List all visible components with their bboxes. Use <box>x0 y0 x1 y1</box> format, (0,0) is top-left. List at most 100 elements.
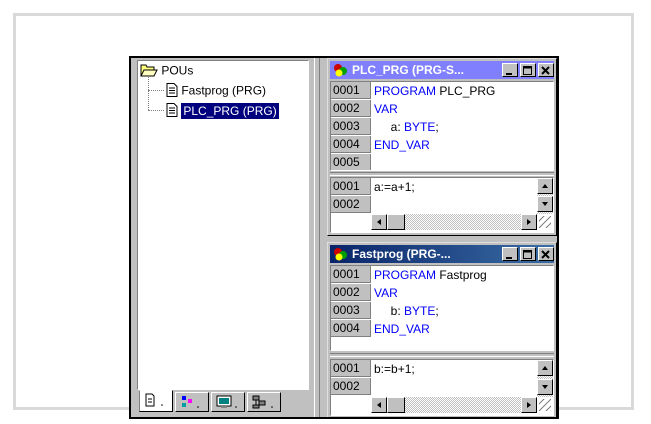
minimize-button[interactable] <box>502 247 518 261</box>
program-icon <box>332 62 350 79</box>
arrow-left-icon <box>377 219 381 225</box>
tab-datatypes[interactable] <box>175 392 209 412</box>
maximize-button[interactable] <box>520 247 536 261</box>
tab-visualizations[interactable] <box>211 392 245 412</box>
line-number: 0002 <box>331 196 371 213</box>
scroll-down-button[interactable] <box>537 196 553 212</box>
datatypes-tab-icon <box>176 396 208 415</box>
minimize-icon <box>506 257 512 259</box>
scroll-thumb[interactable] <box>387 397 405 413</box>
scroll-up-button[interactable] <box>537 360 553 376</box>
code-token: PLC_PRG <box>436 84 496 98</box>
keyword-token: VAR <box>374 286 398 300</box>
body-pane[interactable]: 0001 a:=a+1; 0002 <box>330 177 554 233</box>
code-line[interactable]: 0001 a:=a+1; <box>331 178 553 196</box>
pane-splitter[interactable] <box>314 58 320 417</box>
minimize-icon <box>506 73 512 75</box>
tree-item-label: PLC_PRG (PRG) <box>181 102 279 119</box>
code-line[interactable]: 0001 PROGRAM PLC_PRG <box>331 82 553 100</box>
tree-connector <box>148 90 164 91</box>
close-button[interactable] <box>538 63 554 77</box>
window-title: Fastprog (PRG-... <box>352 247 451 261</box>
code-line[interactable]: 0001 b:=b+1; <box>331 360 553 378</box>
keyword-token: PROGRAM <box>374 268 437 282</box>
line-number: 0002 <box>331 100 371 117</box>
code-text: a: BYTE; <box>374 118 439 136</box>
close-icon <box>541 250 550 259</box>
code-line[interactable]: 0002 VAR <box>331 284 553 302</box>
code-token: Fastprog <box>436 268 487 282</box>
code-line[interactable]: 0005 <box>331 154 553 170</box>
scroll-down-button[interactable] <box>537 379 553 395</box>
keyword-token: BYTE <box>404 304 436 318</box>
figure-frame: POUs Fastprog (PRG) PLC_PRG (PRG) PLC_PR… <box>13 13 634 419</box>
declaration-pane[interactable]: 0001 PROGRAM PLC_PRG 0002 VAR 0003 a: BYTE; 0… <box>330 81 554 171</box>
visualizations-tab-icon <box>212 395 244 415</box>
line-number: 0002 <box>331 378 371 395</box>
resources-tab-icon <box>248 395 280 415</box>
arrow-right-icon <box>527 219 531 225</box>
arrow-left-icon <box>377 402 381 408</box>
maximize-button[interactable] <box>520 63 536 77</box>
line-number: 0005 <box>331 154 371 170</box>
code-line[interactable]: 0003 a: BYTE; <box>331 118 553 136</box>
horizontal-scrollbar[interactable] <box>371 214 537 230</box>
keyword-token: BYTE <box>404 120 436 134</box>
keyword-token: VAR <box>374 102 398 116</box>
code-line[interactable]: 0003 b: BYTE; <box>331 302 553 320</box>
code-token: ; <box>435 304 439 318</box>
code-text: PROGRAM PLC_PRG <box>374 82 495 100</box>
arrow-down-icon <box>542 202 548 206</box>
arrow-up-icon <box>542 366 548 370</box>
program-icon <box>332 246 350 263</box>
code-token: a: <box>374 120 405 134</box>
line-number: 0001 <box>331 82 371 99</box>
line-number: 0001 <box>331 266 371 283</box>
scroll-right-button[interactable] <box>521 397 537 413</box>
code-line[interactable]: 0002 <box>331 378 553 396</box>
tree-item-fastprog[interactable]: Fastprog (PRG) <box>166 83 266 100</box>
scroll-thumb[interactable] <box>387 214 405 230</box>
close-button[interactable] <box>538 247 554 261</box>
resize-grip[interactable] <box>539 399 551 411</box>
code-line[interactable]: 0002 VAR <box>331 100 553 118</box>
pane-divider[interactable] <box>330 172 554 176</box>
vertical-scrollbar[interactable] <box>537 360 553 397</box>
code-text: END_VAR <box>374 136 430 154</box>
arrow-right-icon <box>527 402 531 408</box>
code-line[interactable]: 0002 <box>331 196 553 214</box>
tree-item-label: Fastprog (PRG) <box>181 83 267 98</box>
window-title: PLC_PRG (PRG-S... <box>352 63 465 77</box>
code-line[interactable]: 0001 PROGRAM Fastprog <box>331 266 553 284</box>
tree-item-plc-prg[interactable]: PLC_PRG (PRG) <box>166 102 279 120</box>
tab-resources[interactable] <box>247 392 281 412</box>
tab-pous[interactable] <box>139 390 173 412</box>
organizer-tabs <box>139 390 311 414</box>
scroll-right-button[interactable] <box>521 214 537 230</box>
scroll-left-button[interactable] <box>371 214 387 230</box>
code-line[interactable]: 0004 END_VAR <box>331 320 553 338</box>
code-line[interactable]: 0004 END_VAR <box>331 136 553 154</box>
code-text: b:=b+1; <box>374 362 415 376</box>
code-text: PROGRAM Fastprog <box>374 266 487 284</box>
editor-window-fastprog: Fastprog (PRG-... 0001 PROGRAM Fastprog 00… <box>327 242 557 417</box>
window-titlebar[interactable]: Fastprog (PRG-... <box>330 245 554 263</box>
scroll-left-button[interactable] <box>371 397 387 413</box>
declaration-pane[interactable]: 0001 PROGRAM Fastprog 0002 VAR 0003 b: BYTE;… <box>330 265 554 351</box>
scroll-up-button[interactable] <box>537 178 553 194</box>
body-pane[interactable]: 0001 b:=b+1; 0002 <box>330 359 554 416</box>
tree-root-label: POUs <box>161 63 194 78</box>
maximize-icon <box>523 66 532 75</box>
horizontal-scrollbar[interactable] <box>371 397 537 413</box>
code-text: VAR <box>374 284 398 302</box>
code-text: VAR <box>374 100 398 118</box>
keyword-token: END_VAR <box>374 322 430 336</box>
arrow-down-icon <box>542 385 548 389</box>
vertical-scrollbar[interactable] <box>537 178 553 214</box>
tree-connector <box>148 110 164 111</box>
object-organizer: POUs Fastprog (PRG) PLC_PRG (PRG) <box>133 60 313 417</box>
minimize-button[interactable] <box>502 63 518 77</box>
window-titlebar[interactable]: PLC_PRG (PRG-S... <box>330 61 554 79</box>
resize-grip[interactable] <box>539 216 551 228</box>
pane-divider[interactable] <box>330 353 554 357</box>
